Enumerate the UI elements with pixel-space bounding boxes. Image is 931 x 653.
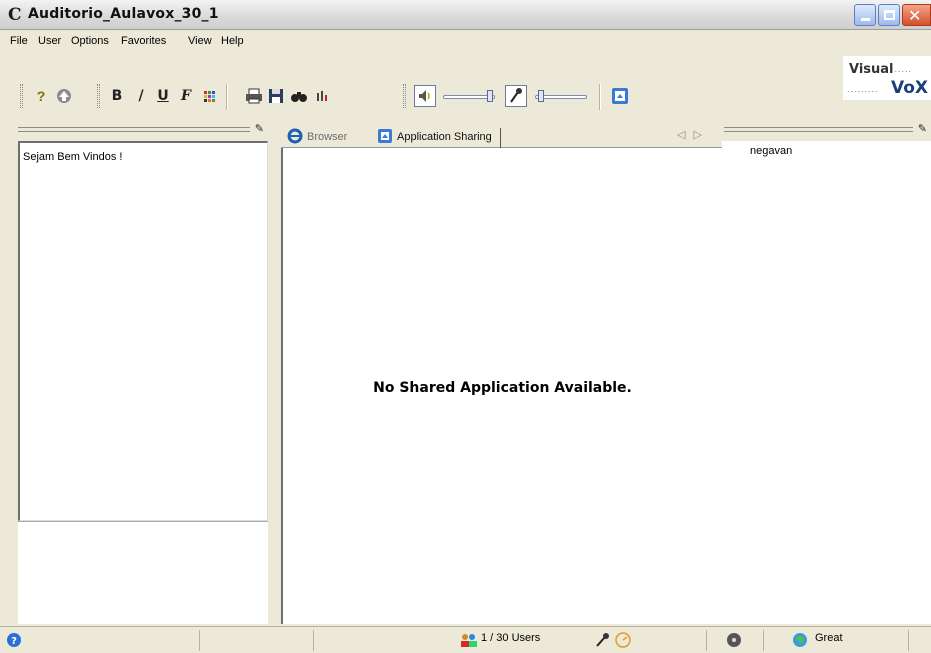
- print-icon[interactable]: [243, 85, 265, 107]
- toolbar-grip[interactable]: [403, 84, 406, 108]
- toolbar-grip[interactable]: [97, 84, 100, 108]
- microphone-icon[interactable]: [505, 85, 527, 107]
- users-list[interactable]: negavan: [722, 141, 931, 624]
- menu-favorites[interactable]: Favorites: [121, 35, 166, 47]
- tab-application-sharing[interactable]: Application Sharing: [377, 128, 501, 148]
- menu-user[interactable]: User: [38, 35, 61, 47]
- minimize-icon: [861, 18, 870, 21]
- pin-icon[interactable]: ✎: [918, 122, 927, 135]
- speaker-volume-thumb[interactable]: [487, 90, 493, 102]
- help-circle-icon[interactable]: ?: [6, 632, 22, 648]
- raise-hand-icon[interactable]: [53, 85, 75, 107]
- maximize-button[interactable]: [878, 4, 900, 26]
- speaker-icon[interactable]: [414, 85, 436, 107]
- find-binoculars-icon[interactable]: [288, 85, 310, 107]
- connection-globe-icon: [793, 633, 807, 647]
- save-icon[interactable]: [265, 85, 287, 107]
- menu-view[interactable]: View: [188, 35, 212, 47]
- menu-options[interactable]: Options: [71, 35, 109, 47]
- panel-header-line: [18, 127, 250, 132]
- svg-text:?: ?: [11, 636, 17, 647]
- toolbar-separator: [599, 84, 601, 110]
- minimize-button[interactable]: [854, 4, 876, 26]
- toolbar-separator: [226, 84, 228, 110]
- status-divider: [763, 630, 764, 651]
- bold-button[interactable]: B: [106, 85, 128, 107]
- menu-file[interactable]: File: [10, 35, 28, 47]
- users-panel-header: ✎: [724, 122, 931, 138]
- volume-level-icon[interactable]: [311, 85, 333, 107]
- status-divider: [706, 630, 707, 651]
- internet-explorer-icon: [287, 128, 303, 144]
- shared-application-view: No Shared Application Available.: [281, 148, 722, 624]
- pin-icon[interactable]: ✎: [255, 122, 264, 135]
- tab-application-sharing-label: Application Sharing: [397, 131, 492, 143]
- close-icon: ✕: [908, 6, 922, 25]
- chat-panel-header: ✎: [18, 122, 268, 138]
- window-title: Auditorio_Aulavox_30_1: [28, 6, 219, 22]
- status-divider: [908, 630, 909, 651]
- user-list-item[interactable]: negavan: [750, 145, 792, 157]
- no-application-message: No Shared Application Available.: [373, 380, 632, 396]
- users-count: 1 / 30 Users: [481, 632, 541, 644]
- microphone-volume-thumb[interactable]: [538, 90, 544, 102]
- chat-input[interactable]: [18, 521, 268, 624]
- connection-quality: Great: [815, 632, 843, 644]
- help-question-icon[interactable]: ?: [30, 85, 52, 107]
- app-window: C Auditorio_Aulavox_30_1 ✕ File User Opt…: [0, 0, 931, 653]
- visualvox-logo: Visual ...... ......... VoX: [843, 56, 931, 100]
- status-bar: ? 1 / 30 Users Great: [0, 626, 931, 653]
- status-divider: [313, 630, 314, 651]
- tab-browser[interactable]: Browser: [287, 128, 347, 148]
- font-button[interactable]: F: [175, 85, 197, 107]
- panel-header-line: [724, 127, 913, 132]
- audio-level-gauge-icon: [615, 632, 631, 648]
- color-palette-icon[interactable]: [199, 85, 221, 107]
- italic-button[interactable]: /: [130, 85, 152, 107]
- title-bar[interactable]: C Auditorio_Aulavox_30_1 ✕: [0, 0, 931, 30]
- application-sharing-icon: [378, 129, 392, 143]
- logo-text-vox: VoX: [891, 78, 929, 98]
- microphone-status-icon: [596, 633, 609, 647]
- toolbar-grip[interactable]: [20, 84, 23, 108]
- menu-bar: File User Options Favorites View Help: [0, 31, 840, 53]
- tab-strip: Browser Application Sharing ◁▷: [281, 124, 722, 148]
- status-divider: [199, 630, 200, 651]
- chat-message: Sejam Bem Vindos !: [23, 151, 123, 163]
- underline-button[interactable]: U: [152, 85, 174, 107]
- tab-scroll-arrows[interactable]: ◁▷: [677, 128, 710, 141]
- network-disk-icon: [727, 633, 741, 647]
- chat-history[interactable]: Sejam Bem Vindos !: [18, 141, 268, 521]
- maximize-icon: [884, 10, 895, 20]
- close-button[interactable]: ✕: [902, 4, 931, 26]
- logo-text-visual: Visual: [849, 62, 894, 77]
- logo-dots: ......: [891, 64, 913, 74]
- app-logo-icon: C: [8, 5, 22, 25]
- users-icon: [461, 634, 477, 647]
- menu-help[interactable]: Help: [221, 35, 244, 47]
- tab-browser-label: Browser: [307, 131, 348, 143]
- application-sharing-icon[interactable]: [609, 85, 631, 107]
- logo-dots: .........: [847, 84, 879, 94]
